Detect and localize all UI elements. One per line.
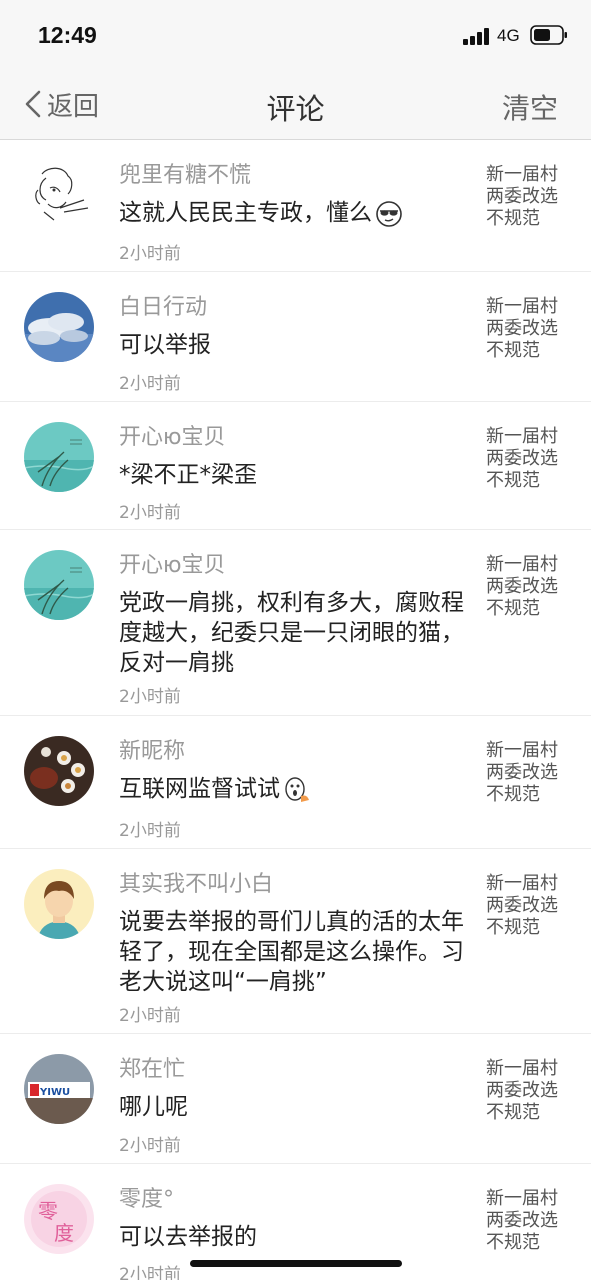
comment-username[interactable]: 开心ю宝贝 bbox=[119, 547, 226, 579]
comment-username[interactable]: 开心ю宝贝 bbox=[119, 419, 226, 451]
comment-username[interactable]: 零度° bbox=[119, 1181, 174, 1213]
sunglasses-emoji-icon bbox=[376, 200, 402, 227]
article-tag[interactable]: 新一届村两委改选不规范 bbox=[486, 1058, 568, 1124]
comment-item[interactable]: 开心ю宝贝 党政一肩挑，权利有多大，腐败程度越大，纪委只是一只闭眼的猫，反对一肩… bbox=[0, 530, 591, 716]
user-avatar[interactable] bbox=[24, 736, 94, 806]
comment-time: 2小时前 bbox=[119, 503, 181, 523]
comment-time: 2小时前 bbox=[119, 1265, 181, 1280]
user-avatar[interactable] bbox=[24, 292, 94, 362]
article-tag[interactable]: 新一届村两委改选不规范 bbox=[486, 426, 568, 492]
comment-username[interactable]: 新昵称 bbox=[119, 733, 185, 765]
clear-button[interactable]: 清空 bbox=[502, 87, 558, 127]
comment-username[interactable]: 白日行动 bbox=[119, 289, 207, 321]
comment-time: 2小时前 bbox=[119, 374, 181, 394]
comment-item[interactable]: 其实我不叫小白 说要去举报的哥们儿真的活的太年轻了，现在全国都是这么操作。习老大… bbox=[0, 849, 591, 1034]
article-tag[interactable]: 新一届村两委改选不规范 bbox=[486, 873, 568, 939]
user-avatar[interactable] bbox=[24, 422, 94, 492]
status-time: 12:49 bbox=[38, 22, 97, 48]
article-tag[interactable]: 新一届村两委改选不规范 bbox=[486, 740, 568, 806]
comment-time: 2小时前 bbox=[119, 244, 181, 264]
article-tag[interactable]: 新一届村两委改选不规范 bbox=[486, 1188, 568, 1254]
article-tag[interactable]: 新一届村两委改选不规范 bbox=[486, 296, 568, 362]
battery-icon bbox=[530, 25, 567, 45]
shocked-face-emoji-icon bbox=[285, 776, 309, 802]
user-avatar[interactable]: YIWU bbox=[24, 1054, 94, 1124]
comment-text: 哪儿呢 bbox=[119, 1094, 188, 1120]
comment-time: 2小时前 bbox=[119, 1136, 181, 1156]
comment-time: 2小时前 bbox=[119, 1006, 181, 1026]
network-type: 4G bbox=[497, 26, 520, 45]
navigation-bar: 返回 评论 清空 bbox=[0, 70, 591, 140]
comment-text: 党政一肩挑，权利有多大，腐败程度越大，纪委只是一只闭眼的猫，反对一肩挑 bbox=[119, 590, 464, 676]
comment-text: 可以举报 bbox=[119, 332, 211, 358]
comment-text: 这就人民民主专政，懂么 bbox=[119, 198, 481, 228]
svg-text:YIWU: YIWU bbox=[39, 1087, 70, 1098]
comment-time: 2小时前 bbox=[119, 687, 181, 707]
comment-item[interactable]: 兜里有糖不慌 这就人民民主专政，懂么 2小时前 新一届村两委改选不规范 bbox=[0, 140, 591, 272]
comment-item[interactable]: 开心ю宝贝 *梁不正*梁歪 2小时前 新一届村两委改选不规范 bbox=[0, 402, 591, 530]
user-avatar[interactable] bbox=[24, 550, 94, 620]
article-tag[interactable]: 新一届村两委改选不规范 bbox=[486, 164, 568, 230]
user-avatar[interactable] bbox=[24, 869, 94, 939]
home-indicator[interactable] bbox=[190, 1260, 402, 1267]
comment-text: 互联网监督试试 bbox=[119, 774, 481, 804]
comment-username[interactable]: 兜里有糖不慌 bbox=[119, 157, 251, 189]
article-tag[interactable]: 新一届村两委改选不规范 bbox=[486, 554, 568, 620]
avatar-char-1: 零 bbox=[38, 1199, 58, 1223]
comment-text: 说要去举报的哥们儿真的活的太年轻了，现在全国都是这么操作。习老大说这叫“一肩挑” bbox=[119, 909, 464, 995]
comment-item[interactable]: YIWU 郑在忙 哪儿呢 2小时前 新一届村两委改选不规范 bbox=[0, 1034, 591, 1164]
comment-list: 兜里有糖不慌 这就人民民主专政，懂么 2小时前 新一届村两委改选不规范 白日行动… bbox=[0, 140, 591, 1280]
comment-username[interactable]: 其实我不叫小白 bbox=[119, 866, 273, 898]
user-avatar[interactable] bbox=[24, 160, 94, 230]
comment-text: *梁不正*梁歪 bbox=[119, 462, 257, 488]
avatar-char-2: 度 bbox=[54, 1221, 74, 1245]
comment-item[interactable]: 新昵称 互联网监督试试 2小时前 新一届村两委改选不规范 bbox=[0, 716, 591, 849]
user-avatar[interactable]: 零 度 bbox=[24, 1184, 94, 1254]
comment-item[interactable]: 白日行动 可以举报 2小时前 新一届村两委改选不规范 bbox=[0, 272, 591, 402]
comment-time: 2小时前 bbox=[119, 821, 181, 841]
comment-username[interactable]: 郑在忙 bbox=[119, 1051, 185, 1083]
status-bar: 12:49 4G bbox=[0, 0, 591, 70]
comment-text: 可以去举报的 bbox=[119, 1224, 257, 1250]
signal-strength-icon bbox=[463, 28, 489, 45]
